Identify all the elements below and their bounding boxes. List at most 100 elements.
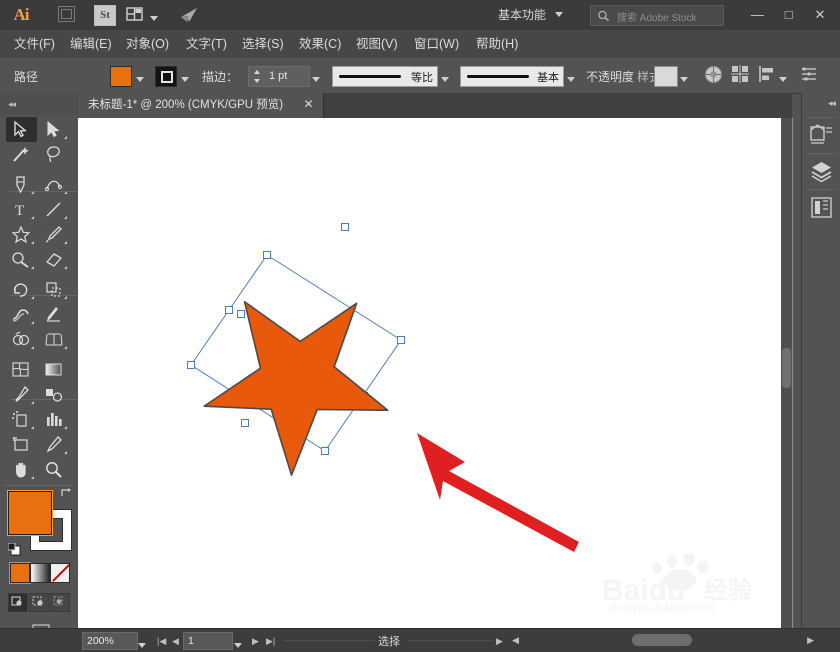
shape-tool[interactable]: [6, 222, 37, 247]
layers-panel-icon[interactable]: [809, 159, 834, 184]
artboard-tool[interactable]: [6, 432, 37, 457]
magic-wand-tool[interactable]: [6, 142, 37, 167]
tools-panel-header[interactable]: ◂◂: [0, 93, 78, 115]
arrange-documents-icon[interactable]: [126, 6, 146, 23]
shape-builder-tool[interactable]: [6, 327, 37, 352]
next-page-icon[interactable]: ▶: [252, 636, 259, 647]
width-tool[interactable]: [6, 302, 37, 327]
menu-file[interactable]: 文件(F): [8, 30, 61, 58]
mesh-tool[interactable]: [6, 357, 37, 382]
shaper-tool[interactable]: [6, 247, 37, 272]
eyedropper-tool[interactable]: [6, 382, 37, 407]
adobe-stock-icon[interactable]: St: [94, 5, 116, 26]
menu-select[interactable]: 选择(S): [236, 30, 290, 58]
horizontal-scroll-thumb[interactable]: [632, 634, 692, 646]
zoom-tool[interactable]: [39, 457, 70, 482]
gradient-swatch[interactable]: [30, 563, 50, 583]
paintbrush-tool[interactable]: [39, 222, 70, 247]
workspace-switcher[interactable]: 基本功能: [498, 6, 564, 24]
none-swatch[interactable]: [50, 563, 70, 583]
type-tool[interactable]: T: [6, 197, 37, 222]
search-input[interactable]: 搜索 Adobe Stock: [590, 5, 724, 26]
blend-tool[interactable]: [39, 382, 70, 407]
scale-tool[interactable]: [39, 277, 70, 302]
libraries-panel-icon[interactable]: [809, 195, 834, 220]
menu-type[interactable]: 文字(T): [180, 30, 233, 58]
close-icon[interactable]: ✕: [302, 98, 315, 111]
brush-caret-icon[interactable]: [567, 71, 575, 85]
stroke-profile-caret-icon[interactable]: [441, 71, 449, 85]
symbol-sprayer-tool[interactable]: [6, 407, 37, 432]
swap-fill-stroke-icon[interactable]: [60, 487, 72, 499]
zoom-input[interactable]: 200%: [82, 632, 138, 650]
eraser-tool[interactable]: [39, 247, 70, 272]
stepper-icon[interactable]: [252, 69, 262, 84]
right-dock-header[interactable]: ◂◂: [802, 93, 840, 115]
color-swatch[interactable]: [9, 562, 31, 584]
hand-tool[interactable]: [6, 457, 37, 482]
draw-inside-icon[interactable]: [50, 593, 70, 612]
free-transform-tool[interactable]: [39, 302, 70, 327]
close-button[interactable]: ✕: [806, 4, 834, 26]
share-icon[interactable]: [178, 6, 202, 24]
selection-tool[interactable]: [6, 117, 37, 142]
status-text[interactable]: 选择: [378, 633, 400, 649]
stroke-color-swatch[interactable]: [155, 66, 177, 87]
pen-tool[interactable]: [6, 172, 37, 197]
expand-panels-icon[interactable]: ◂◂: [828, 98, 836, 109]
status-arrow-icon[interactable]: ▶: [496, 636, 503, 647]
direct-selection-tool[interactable]: [39, 117, 70, 142]
slice-tool[interactable]: [39, 432, 70, 457]
gradient-tool[interactable]: [39, 357, 70, 382]
menu-edit[interactable]: 编辑(E): [64, 30, 118, 58]
style-caret-icon[interactable]: [680, 71, 688, 85]
more-options-icon[interactable]: [800, 65, 818, 86]
stroke-weight-caret-icon[interactable]: [312, 71, 320, 85]
arrange-caret-icon[interactable]: [150, 10, 158, 24]
fill-color-box[interactable]: [8, 491, 52, 535]
line-segment-tool[interactable]: [39, 197, 70, 222]
bridge-icon[interactable]: [58, 6, 78, 24]
opacity-label[interactable]: 不透明度: [586, 68, 634, 85]
align-caret-icon[interactable]: [779, 71, 787, 85]
draw-behind-icon[interactable]: [29, 593, 49, 612]
recolor-artwork-icon[interactable]: [704, 65, 723, 87]
brush-definition-select[interactable]: 基本: [460, 66, 564, 87]
fill-color-swatch[interactable]: [110, 66, 132, 87]
prev-page-icon[interactable]: ◀: [172, 636, 179, 647]
menu-help[interactable]: 帮助(H): [470, 30, 524, 58]
maximize-button[interactable]: □: [775, 4, 803, 26]
menu-effect[interactable]: 效果(C): [293, 30, 347, 58]
scroll-left-icon[interactable]: ◀: [512, 635, 519, 646]
horizontal-scrollbar[interactable]: ◀ ▶: [510, 632, 836, 648]
menu-view[interactable]: 视图(V): [350, 30, 404, 58]
collapse-tools-icon[interactable]: ◂◂: [8, 99, 16, 110]
first-page-icon[interactable]: |◀: [157, 636, 166, 647]
curvature-tool[interactable]: [39, 172, 70, 197]
fill-caret-icon[interactable]: [136, 71, 144, 85]
menu-object[interactable]: 对象(O): [120, 30, 175, 58]
minimize-button[interactable]: —: [743, 4, 771, 26]
menu-window[interactable]: 窗口(W): [408, 30, 465, 58]
artboard[interactable]: Baidu 经验 jingyan.baidu.com: [78, 118, 792, 628]
perspective-grid-tool[interactable]: [39, 327, 70, 352]
default-fill-stroke-icon[interactable]: [8, 543, 22, 557]
stroke-profile-select[interactable]: 等比: [332, 66, 438, 87]
scroll-right-icon[interactable]: ▶: [807, 635, 814, 646]
draw-normal-icon[interactable]: [8, 593, 28, 612]
document-tab[interactable]: 未标题-1* @ 200% (CMYK/GPU 预览) ✕: [78, 93, 324, 118]
align-icon[interactable]: [757, 65, 775, 86]
transform-icon[interactable]: [731, 65, 749, 86]
rotate-tool[interactable]: [6, 277, 37, 302]
lasso-tool[interactable]: [39, 142, 70, 167]
stroke-weight-input[interactable]: 1 pt: [248, 66, 310, 87]
stroke-caret-icon[interactable]: [181, 71, 189, 85]
canvas-area[interactable]: Baidu 经验 jingyan.baidu.com: [78, 118, 793, 628]
properties-panel-icon[interactable]: [809, 123, 834, 148]
vertical-scroll-thumb[interactable]: [782, 348, 791, 388]
column-graph-tool[interactable]: [39, 407, 70, 432]
graphic-style-swatch[interactable]: [654, 66, 678, 87]
page-caret-icon[interactable]: [234, 637, 242, 651]
last-page-icon[interactable]: ▶|: [266, 636, 275, 647]
page-input[interactable]: 1: [183, 632, 233, 650]
